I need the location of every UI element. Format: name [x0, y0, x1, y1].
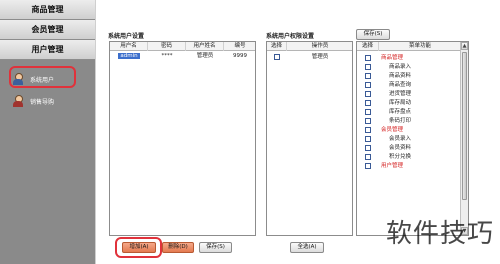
main-content: 系统用户设置 用户名 密码 用户姓名 编号 admin **** 管理员 999…: [95, 0, 500, 264]
list-item[interactable]: 会员管理: [357, 126, 461, 135]
list-item[interactable]: 条码打印: [357, 117, 461, 126]
permission-checkbox[interactable]: [365, 91, 371, 97]
permission-checkbox[interactable]: [365, 100, 371, 106]
col-menu-function: 菜单功能: [408, 43, 431, 49]
scroll-up-icon[interactable]: ▲: [461, 42, 468, 50]
select-all-button[interactable]: 全选(A): [290, 242, 324, 253]
col-select: 选择: [267, 42, 287, 51]
watermark: 软件技巧: [385, 219, 494, 249]
permission-label: 商品资料: [389, 73, 412, 79]
permission-checkbox[interactable]: [365, 64, 371, 70]
col-select: 选择: [357, 42, 379, 51]
number-cell[interactable]: 9999: [224, 52, 256, 61]
save-users-button[interactable]: 保存(S): [199, 242, 232, 253]
sidebar-header-goods[interactable]: 商品管理: [0, 0, 95, 20]
permission-checkbox[interactable]: [365, 73, 371, 79]
list-item[interactable]: 管理员: [267, 53, 353, 62]
roles-grid-header: 选择 操作员: [267, 42, 352, 51]
highlight-add-button: [115, 237, 162, 258]
username-cell[interactable]: admin: [118, 53, 140, 59]
list-item[interactable]: 库存盘点: [357, 108, 461, 117]
permission-label: 会员管理: [381, 127, 404, 133]
permission-label: 库存局动: [389, 100, 412, 106]
list-item[interactable]: 会员资料: [357, 144, 461, 153]
permission-label: 库存盘点: [389, 109, 412, 115]
permission-checkbox[interactable]: [365, 163, 371, 169]
highlight-system-users: [9, 66, 76, 88]
password-cell[interactable]: ****: [148, 52, 186, 61]
role-label: 管理员: [311, 54, 329, 60]
list-item[interactable]: 积分兑换: [357, 153, 461, 162]
role-checkbox[interactable]: [274, 54, 280, 60]
col-fullname: 用户姓名: [186, 42, 224, 51]
permission-checkbox[interactable]: [365, 127, 371, 133]
permission-label: 用户管理: [381, 163, 404, 169]
permission-label: 条码打印: [389, 118, 412, 124]
users-grid: 用户名 密码 用户姓名 编号 admin **** 管理员 9999: [109, 41, 256, 236]
fullname-cell[interactable]: 管理员: [186, 52, 224, 61]
col-number: 编号: [234, 43, 246, 49]
users-section-title: 系统用户设置: [108, 33, 145, 40]
delete-button[interactable]: 删除(D): [162, 242, 194, 253]
users-grid-header: 用户名 密码 用户姓名 编号: [110, 42, 255, 51]
permission-label: 会员资料: [389, 145, 412, 151]
col-username: 用户名: [110, 42, 148, 51]
list-item[interactable]: 商品资料: [357, 72, 461, 81]
permission-checkbox[interactable]: [365, 154, 371, 160]
permission-checkbox[interactable]: [365, 109, 371, 115]
permission-checkbox[interactable]: [365, 145, 371, 151]
permission-checkbox[interactable]: [365, 118, 371, 124]
sidebar-header-members[interactable]: 会员管理: [0, 20, 95, 40]
permissions-grid-header: 选择 菜单功能: [357, 42, 460, 51]
list-item[interactable]: 会员录入: [357, 135, 461, 144]
roles-section-title: 系统用户权限设置: [266, 33, 315, 40]
roles-grid: 选择 操作员 管理员: [266, 41, 353, 236]
permission-checkbox[interactable]: [365, 82, 371, 88]
sidebar-item-sales-guide[interactable]: 销售导购: [12, 90, 84, 112]
list-item[interactable]: 商品管理: [357, 54, 461, 63]
list-item[interactable]: 库存局动: [357, 99, 461, 108]
sidebar: 商品管理 会员管理 用户管理 系统用户 销售导购: [0, 0, 95, 264]
permission-checkbox[interactable]: [365, 136, 371, 142]
scroll-thumb[interactable]: [462, 52, 467, 200]
list-item[interactable]: 商品录入: [357, 63, 461, 72]
permission-label: 积分兑换: [389, 154, 412, 160]
sales-guide-icon: [12, 95, 24, 107]
permissions-scrollbar[interactable]: ▲ ▼: [460, 42, 468, 235]
list-item[interactable]: 用户管理: [357, 162, 461, 171]
permission-label: 商品查询: [389, 82, 412, 88]
col-password: 密码: [148, 42, 186, 51]
save-permissions-button[interactable]: 保存(S): [356, 29, 390, 40]
list-item[interactable]: 进货管理: [357, 90, 461, 99]
permission-label: 会员录入: [389, 136, 412, 142]
table-row[interactable]: admin **** 管理员 9999: [110, 52, 256, 61]
permission-label: 进货管理: [389, 91, 412, 97]
permission-checkbox[interactable]: [365, 55, 371, 61]
permissions-grid: 选择 菜单功能 商品管理 商品录入 商品资料 商品查询 进货管理 库存局动 库存…: [356, 41, 469, 236]
list-item[interactable]: 商品查询: [357, 81, 461, 90]
sidebar-item-label: 销售导购: [30, 98, 55, 106]
col-operator: 操作员: [311, 43, 329, 49]
permission-label: 商品录入: [389, 64, 412, 70]
permission-label: 商品管理: [381, 55, 404, 61]
sidebar-header-users[interactable]: 用户管理: [0, 40, 95, 60]
